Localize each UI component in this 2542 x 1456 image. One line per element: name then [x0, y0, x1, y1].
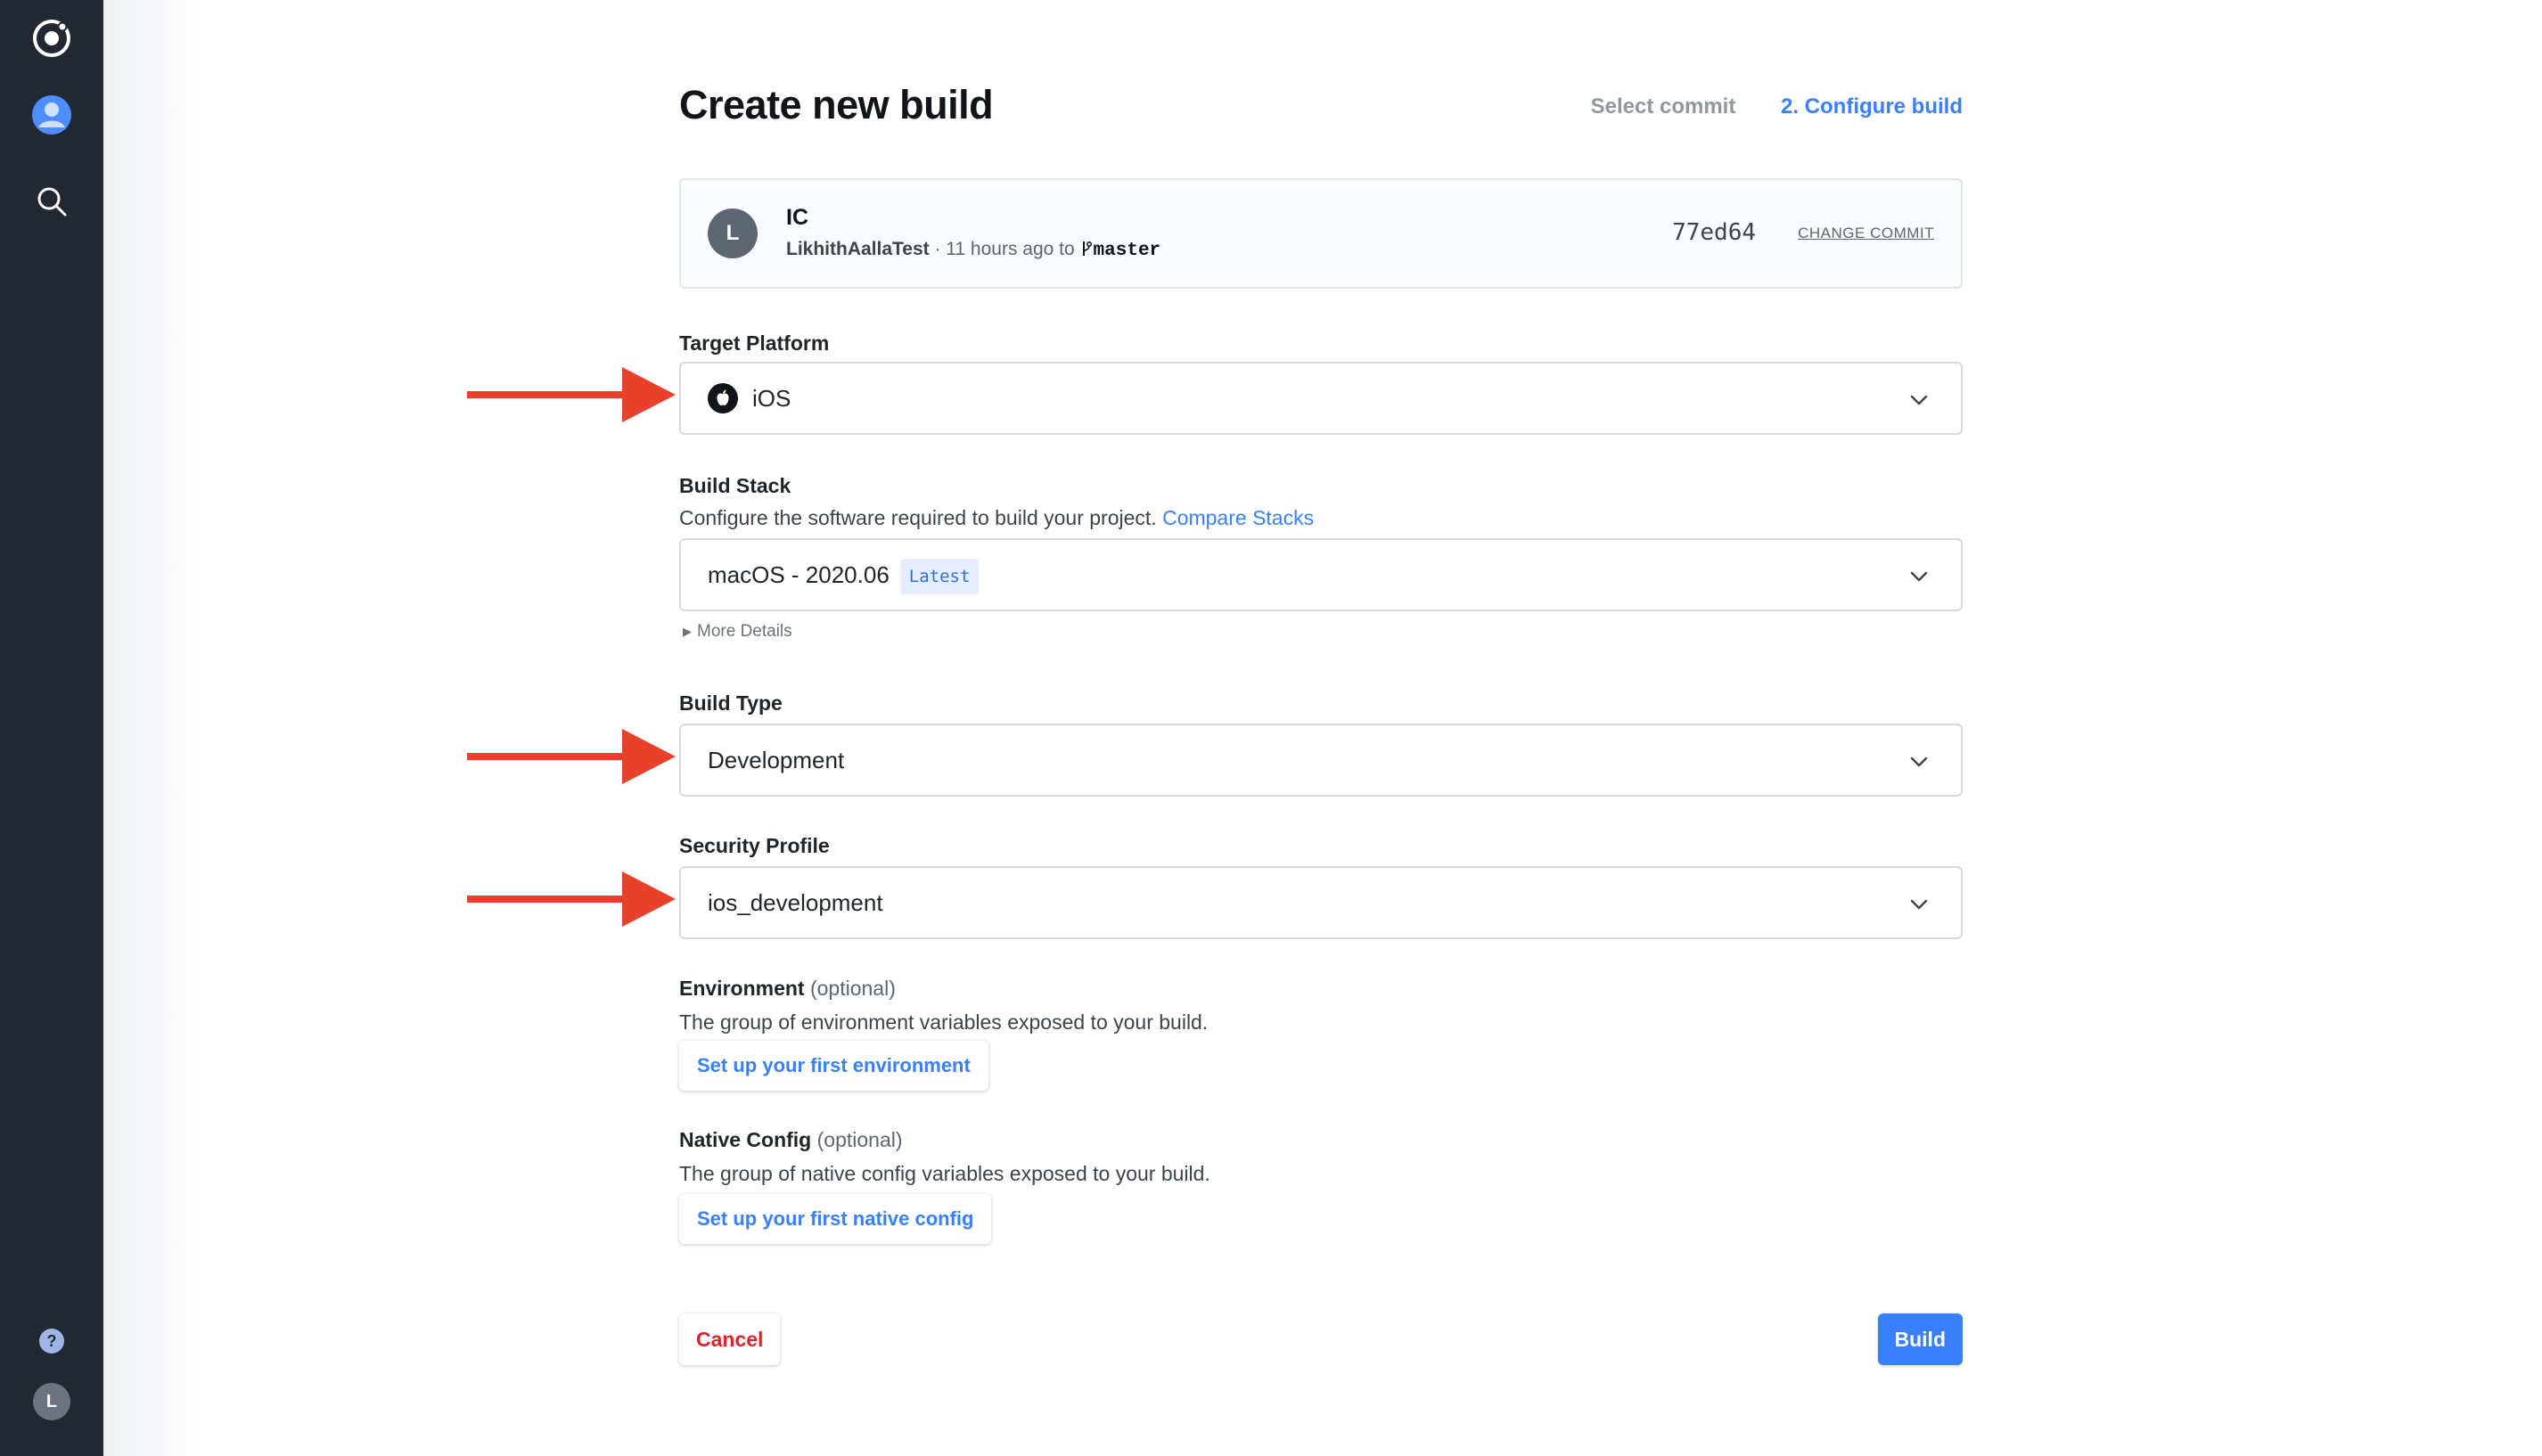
- setup-environment-button[interactable]: Set up your first environment: [679, 1041, 988, 1091]
- latest-badge: Latest: [899, 559, 980, 595]
- setup-native-config-button[interactable]: Set up your first native config: [679, 1194, 992, 1244]
- build-type-select[interactable]: Development: [679, 724, 1963, 797]
- build-stack-help-text: Configure the software required to build…: [679, 506, 1157, 529]
- help-icon[interactable]: ?: [38, 1328, 65, 1359]
- more-details-toggle[interactable]: ▶ More Details: [683, 622, 792, 642]
- commit-author-avatar: L: [708, 209, 758, 258]
- build-button[interactable]: Build: [1877, 1313, 1963, 1365]
- commit-time: · 11 hours ago to: [929, 239, 1080, 259]
- content-shadow: [103, 0, 201, 1456]
- wizard-steps: Select commit 2. Configure build: [1591, 94, 1963, 119]
- native-config-optional: (optional): [816, 1128, 903, 1151]
- build-type-label: Build Type: [679, 691, 783, 715]
- chevron-down-icon: [1910, 395, 1928, 405]
- build-stack-label: Build Stack: [679, 474, 791, 497]
- build-stack-select[interactable]: macOS - 2020.06 Latest: [679, 538, 1963, 611]
- annotation-arrow: [467, 871, 676, 927]
- build-type-value: Development: [708, 747, 845, 773]
- change-commit-link[interactable]: CHANGE COMMIT: [1798, 225, 1934, 242]
- security-profile-label: Security Profile: [679, 834, 830, 857]
- build-stack-value: macOS - 2020.06 Latest: [708, 540, 980, 609]
- native-config-label-text: Native Config: [679, 1128, 812, 1151]
- more-details-label: More Details: [697, 622, 792, 641]
- commit-author: LikhithAallaTest: [786, 239, 930, 259]
- compare-stacks-link[interactable]: Compare Stacks: [1162, 506, 1314, 529]
- branch-name: master: [1093, 241, 1161, 261]
- search-icon[interactable]: [36, 185, 68, 222]
- environment-label-text: Environment: [679, 977, 805, 1000]
- chevron-down-icon: [1910, 899, 1928, 910]
- logo-icon[interactable]: [31, 18, 72, 63]
- page-title: Create new build: [679, 82, 994, 127]
- native-config-label: Native Config (optional): [679, 1128, 903, 1152]
- target-platform-select[interactable]: iOS: [679, 362, 1963, 435]
- environment-help: The group of environment variables expos…: [679, 1010, 1209, 1034]
- build-stack-help: Configure the software required to build…: [679, 506, 1314, 530]
- sidebar: ? L: [0, 0, 103, 1456]
- profile-icon[interactable]: [31, 94, 72, 140]
- user-avatar[interactable]: L: [32, 1382, 71, 1426]
- environment-label: Environment (optional): [679, 977, 896, 1001]
- security-profile-select[interactable]: ios_development: [679, 866, 1963, 939]
- commit-meta: LikhithAallaTest · 11 hours ago to maste…: [786, 239, 1160, 261]
- build-stack-value-text: macOS - 2020.06: [708, 561, 890, 588]
- branch-icon: [1082, 241, 1092, 256]
- user-avatar-initial: L: [45, 1392, 58, 1411]
- svg-text:?: ?: [47, 1332, 57, 1350]
- disclosure-triangle-icon: ▶: [683, 625, 692, 638]
- security-profile-value: ios_development: [708, 889, 883, 916]
- commit-card: L IC LikhithAallaTest · 11 hours ago to …: [679, 178, 1963, 289]
- step-select-commit[interactable]: Select commit: [1591, 94, 1736, 119]
- environment-optional: (optional): [809, 977, 896, 1000]
- apple-icon: [708, 383, 738, 413]
- target-platform-value: iOS: [752, 385, 791, 412]
- chevron-down-icon: [1910, 571, 1928, 582]
- annotation-arrow: [467, 729, 676, 784]
- annotation-arrow: [467, 367, 676, 422]
- cancel-button[interactable]: Cancel: [679, 1313, 781, 1365]
- step-configure-build[interactable]: 2. Configure build: [1781, 94, 1963, 119]
- commit-hash: 77ed64: [1672, 219, 1756, 246]
- target-platform-label: Target Platform: [679, 331, 830, 355]
- commit-message: IC: [786, 205, 808, 230]
- native-config-help: The group of native config variables exp…: [679, 1162, 1210, 1185]
- chevron-down-icon: [1910, 757, 1928, 767]
